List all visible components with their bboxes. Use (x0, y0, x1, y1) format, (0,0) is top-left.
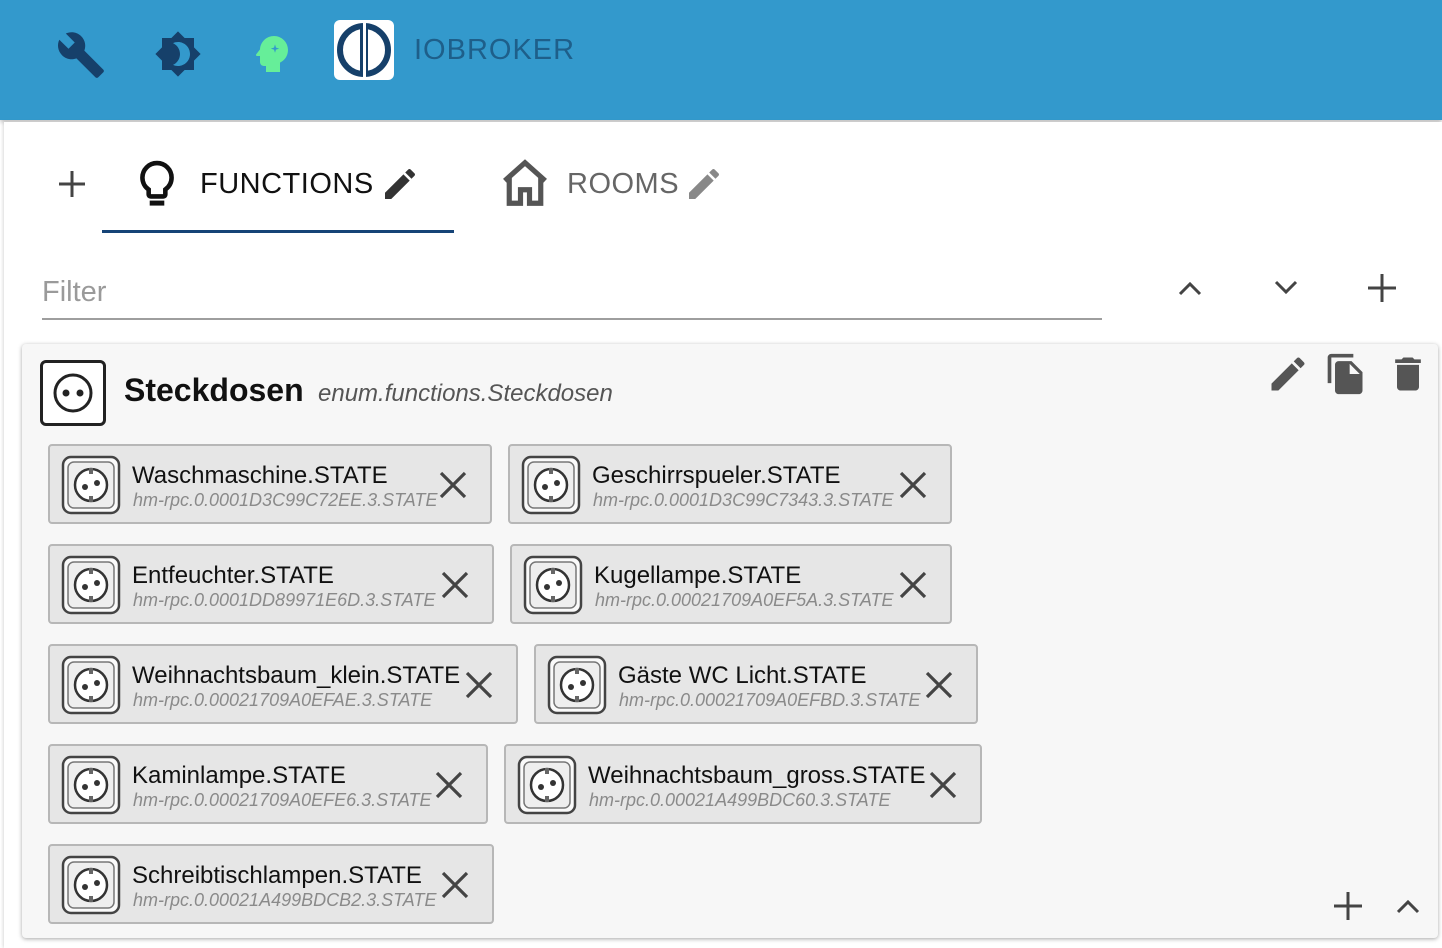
remove-member-icon[interactable] (922, 668, 956, 702)
member-name: Entfeuchter.STATE (132, 562, 334, 589)
member-id: hm-rpc.0.00021709A0EF5A.3.STATE (595, 590, 894, 610)
remove-member-icon[interactable] (896, 468, 930, 502)
member-id: hm-rpc.0.00021709A0EFE6.3.STATE (133, 790, 432, 810)
remove-member-icon[interactable] (432, 768, 466, 802)
tab-rooms-label: ROOMS (567, 168, 680, 200)
delete-icon[interactable] (1386, 352, 1430, 396)
member-id: hm-rpc.0.00021709A0EFBD.3.STATE (619, 690, 921, 710)
remove-member-icon[interactable] (438, 868, 472, 902)
wrench-icon[interactable] (56, 30, 104, 78)
app-bar: IOBROKER (0, 0, 1442, 120)
member-chip[interactable]: Weihnachtsbaum_gross.STATE hm-rpc.0.0002… (504, 744, 982, 824)
collapse-card-button[interactable] (1388, 886, 1428, 926)
socket-device-icon (516, 754, 578, 816)
socket-device-icon (522, 554, 584, 616)
member-name: Waschmaschine.STATE (132, 462, 388, 489)
member-name: Kaminlampe.STATE (132, 762, 346, 789)
add-member-button[interactable] (1328, 886, 1368, 926)
filter-input[interactable] (42, 266, 1102, 320)
tab-functions-label: FUNCTIONS (200, 168, 374, 200)
edit-functions-icon[interactable] (380, 164, 420, 204)
expand-all-button[interactable] (1266, 268, 1306, 308)
member-id: hm-rpc.0.0001D3C99C7343.3.STATE (593, 490, 894, 510)
member-chip[interactable]: Geschirrspueler.STATE hm-rpc.0.0001D3C99… (508, 444, 952, 524)
member-chip[interactable]: Entfeuchter.STATE hm-rpc.0.0001DD89971E6… (48, 544, 494, 624)
theme-icon[interactable] (154, 30, 202, 78)
add-tab-button[interactable] (56, 168, 88, 200)
remove-member-icon[interactable] (436, 468, 470, 502)
member-id: hm-rpc.0.0001D3C99C72EE.3.STATE (133, 490, 438, 510)
home-icon (498, 156, 548, 210)
copy-icon[interactable] (1324, 352, 1368, 396)
socket-device-icon (520, 454, 582, 516)
tab-functions[interactable]: FUNCTIONS (102, 152, 454, 233)
expert-mode-icon[interactable] (248, 30, 296, 78)
socket-device-icon (60, 454, 122, 516)
socket-device-icon (546, 654, 608, 716)
member-chip[interactable]: Kugellampe.STATE hm-rpc.0.00021709A0EF5A… (510, 544, 952, 624)
tab-rooms[interactable]: ROOMS (494, 152, 734, 230)
edit-rooms-icon[interactable] (684, 164, 724, 204)
member-id: hm-rpc.0.00021709A0EFAE.3.STATE (133, 690, 433, 710)
app-name: IOBROKER (414, 34, 576, 66)
member-chip[interactable]: Kaminlampe.STATE hm-rpc.0.00021709A0EFE6… (48, 744, 488, 824)
member-chip[interactable]: Gäste WC Licht.STATE hm-rpc.0.00021709A0… (534, 644, 978, 724)
edit-icon[interactable] (1266, 352, 1310, 396)
add-enum-button[interactable] (1362, 268, 1402, 308)
member-chip[interactable]: Waschmaschine.STATE hm-rpc.0.0001D3C99C7… (48, 444, 492, 524)
enum-title: Steckdosen (124, 372, 304, 408)
member-name: Weihnachtsbaum_klein.STATE (132, 662, 461, 689)
socket-device-icon (60, 654, 122, 716)
remove-member-icon[interactable] (926, 768, 960, 802)
member-name: Schreibtischlampen.STATE (132, 862, 422, 889)
socket-device-icon (60, 854, 122, 916)
member-name: Gäste WC Licht.STATE (618, 662, 867, 689)
member-id: hm-rpc.0.00021A499BDC60.3.STATE (589, 790, 891, 810)
enum-id: enum.functions.Steckdosen (318, 380, 613, 407)
socket-icon (40, 360, 106, 426)
remove-member-icon[interactable] (896, 568, 930, 602)
socket-device-icon (60, 754, 122, 816)
remove-member-icon[interactable] (462, 668, 496, 702)
iobroker-logo[interactable] (334, 20, 394, 80)
socket-device-icon (60, 554, 122, 616)
member-name: Geschirrspueler.STATE (592, 462, 841, 489)
lightbulb-icon (132, 158, 182, 212)
member-chip[interactable]: Schreibtischlampen.STATE hm-rpc.0.00021A… (48, 844, 494, 924)
member-name: Weihnachtsbaum_gross.STATE (588, 762, 926, 789)
member-id: hm-rpc.0.00021A499BDCB2.3.STATE (133, 890, 437, 910)
member-id: hm-rpc.0.0001DD89971E6D.3.STATE (133, 590, 436, 610)
remove-member-icon[interactable] (438, 568, 472, 602)
collapse-all-button[interactable] (1170, 268, 1210, 308)
member-name: Kugellampe.STATE (594, 562, 802, 589)
member-chip[interactable]: Weihnachtsbaum_klein.STATE hm-rpc.0.0002… (48, 644, 518, 724)
